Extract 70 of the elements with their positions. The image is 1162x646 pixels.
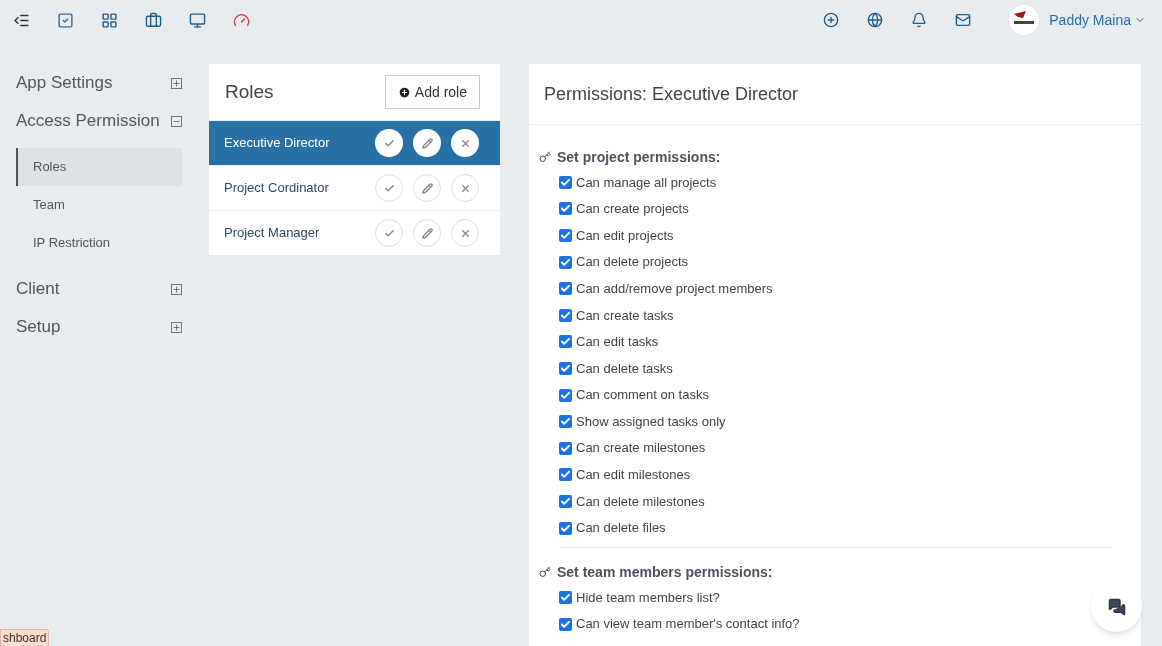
permission-label: Can create milestones (576, 439, 706, 458)
section-title: Set project permissions: (557, 147, 721, 167)
checkbox[interactable] (559, 441, 572, 455)
checkbox[interactable] (559, 202, 572, 216)
permission-label: Can create tasks (576, 306, 674, 325)
checkbox[interactable] (559, 388, 572, 402)
permission-label: Can delete files (576, 519, 666, 538)
permission-label: Can manage all projects (576, 173, 717, 192)
section-title: Set team members permissions: (557, 562, 773, 582)
pencil-icon[interactable] (413, 219, 441, 247)
sidebar-item[interactable]: Roles (16, 148, 182, 186)
role-name: Executive Director (224, 134, 331, 153)
role-name: Project Manager (224, 224, 321, 243)
check-icon[interactable] (375, 129, 403, 157)
permission-label: Can edit projects (576, 226, 674, 245)
close-icon[interactable] (451, 174, 479, 202)
checkbox[interactable] (559, 335, 572, 349)
sidebar-item[interactable]: IP Restriction (16, 224, 182, 262)
tooltip: shboard (0, 629, 50, 646)
checkbox[interactable] (559, 468, 572, 482)
grid-icon[interactable] (99, 10, 119, 30)
check-icon[interactable] (375, 219, 403, 247)
add-role-button[interactable]: Add role (384, 75, 480, 109)
briefcase-icon[interactable] (143, 10, 163, 30)
permission-label: Can delete projects (576, 253, 688, 272)
checkbox[interactable] (559, 255, 572, 269)
sidebar-group[interactable]: Access Permission (16, 102, 182, 140)
permission-label: Can create projects (576, 200, 689, 219)
checkbox[interactable] (559, 308, 572, 322)
role-name: Project Cordinator (224, 179, 330, 198)
key-icon (539, 566, 551, 579)
close-icon[interactable] (451, 219, 479, 247)
panel-title: Permissions: Executive Director (544, 82, 799, 106)
sidebar-item[interactable]: Team (16, 186, 182, 224)
check-icon[interactable] (375, 174, 403, 202)
checkbox[interactable] (559, 415, 572, 429)
checkbox[interactable] (559, 175, 572, 189)
checkbox[interactable] (559, 521, 572, 535)
user-menu[interactable]: Paddy Maina (1049, 9, 1146, 31)
permission-label: Can delete tasks (576, 359, 673, 378)
sidebar-group[interactable]: Client (16, 270, 182, 308)
permission-label: Can edit milestones (576, 466, 691, 485)
permission-label: Can comment on tasks (576, 386, 709, 405)
avatar-logo (1009, 5, 1040, 35)
role-row[interactable]: Project Cordinator (209, 165, 500, 210)
pencil-icon[interactable] (413, 129, 441, 157)
checkbox[interactable] (559, 591, 572, 605)
permission-label: Can add/remove project members (576, 279, 773, 298)
plus-circle-icon (397, 85, 411, 99)
permission-label: Can view team member's contact info? (576, 615, 800, 634)
permission-label: Hide team members list? (576, 588, 720, 607)
role-row[interactable]: Project Manager (209, 210, 500, 255)
monitor-icon[interactable] (187, 10, 207, 30)
sidebar-group[interactable]: Setup (16, 308, 182, 346)
close-icon[interactable] (451, 129, 479, 157)
permission-label: Can edit tasks (576, 333, 659, 352)
checkbox[interactable] (559, 617, 572, 631)
checkbox[interactable] (559, 361, 572, 375)
sidebar-group[interactable]: App Settings (16, 64, 182, 102)
checkbox[interactable] (559, 229, 572, 242)
role-row[interactable]: Executive Director (209, 120, 500, 165)
permission-label: Show assigned tasks only (576, 412, 726, 431)
pencil-icon[interactable] (413, 174, 441, 202)
checkbox[interactable] (559, 282, 572, 296)
checkbox[interactable] (559, 494, 572, 508)
key-icon (539, 151, 551, 163)
panel-title: Roles (225, 79, 274, 104)
checkbox-icon[interactable] (55, 10, 75, 30)
chat-icon (1107, 597, 1126, 616)
permission-label: Can delete milestones (576, 492, 705, 511)
